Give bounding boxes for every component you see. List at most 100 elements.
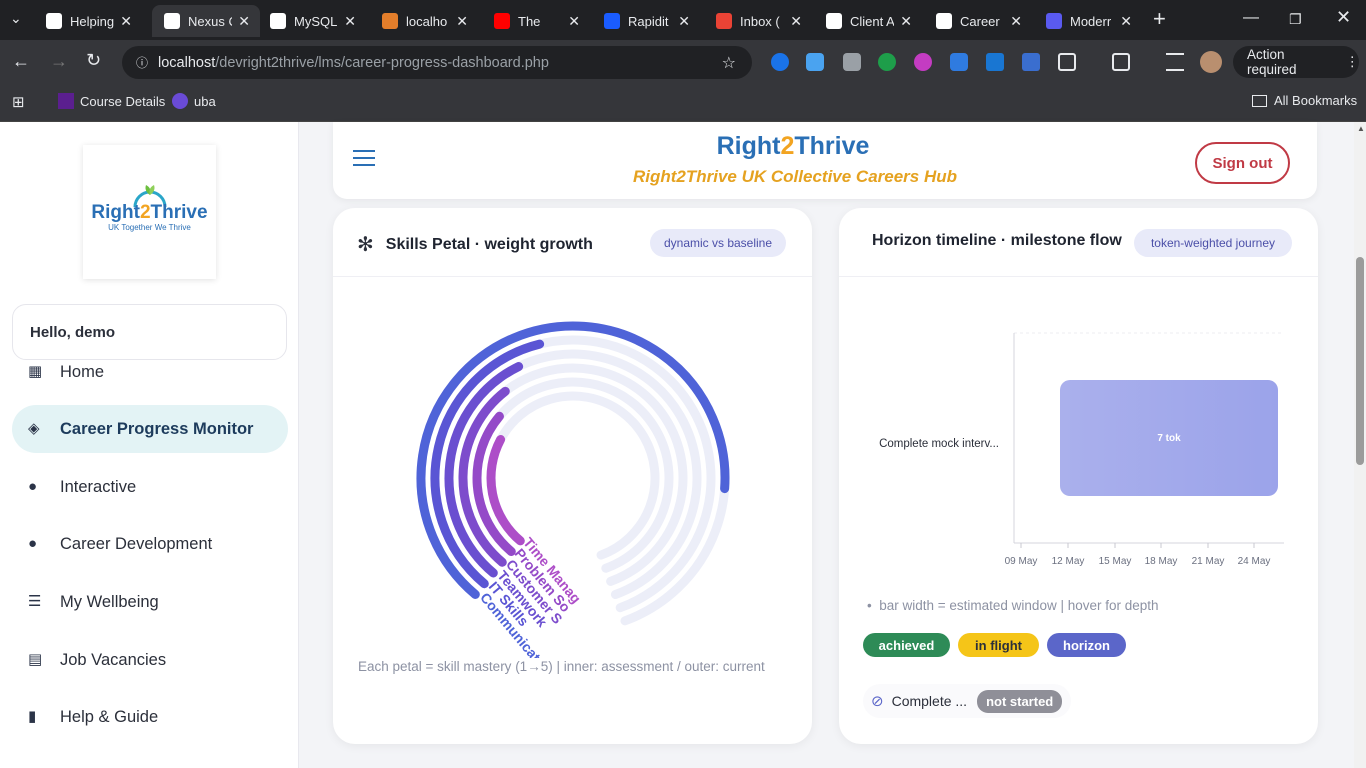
media-control-icon[interactable]: [1166, 53, 1184, 71]
close-window-button[interactable]: ✕: [1336, 7, 1351, 28]
sidebar-item-label: Career Progress Monitor: [60, 419, 254, 438]
tab-close-icon[interactable]: ✕: [1010, 13, 1022, 30]
sign-out-button[interactable]: Sign out: [1195, 142, 1290, 184]
bookmarks-bar: ⊞ Course Details uba All Bookmarks: [0, 84, 1366, 122]
tab-favicon-icon: [1046, 13, 1062, 29]
extensions-puzzle-icon[interactable]: [1058, 53, 1076, 71]
browser-tab[interactable]: The ✕: [482, 5, 590, 37]
sidebar-item-interactive[interactable]: ● Interactive: [0, 463, 299, 511]
all-bookmarks[interactable]: All Bookmarks: [1252, 93, 1357, 108]
horizon-timeline-card: Horizon timeline · milestone flow token-…: [839, 208, 1318, 744]
bookmark-course-details[interactable]: Course Details: [58, 93, 165, 109]
tab-title: Rapidit: [628, 13, 669, 29]
sidebar-item-career-development[interactable]: ● Career Development: [0, 520, 299, 568]
milestone-item[interactable]: ⊘ Complete ... not started: [863, 684, 1071, 718]
info-icon: ▮: [28, 708, 37, 725]
scrollbar-thumb[interactable]: [1356, 257, 1364, 465]
browser-tab[interactable]: Helping ✕: [34, 5, 142, 37]
tab-search-icon[interactable]: ⌄: [10, 10, 22, 27]
tab-title: localho: [406, 13, 448, 29]
bookmark-star-icon[interactable]: ☆: [722, 53, 736, 73]
browser-tab[interactable]: MySQL ✕: [258, 5, 366, 37]
x-tick-label: 12 May: [1052, 556, 1085, 567]
browser-tab[interactable]: Client A ✕: [814, 5, 922, 37]
minimize-button[interactable]: —: [1243, 9, 1259, 27]
sidebar-item-help-guide[interactable]: ▮ Help & Guide: [0, 693, 299, 741]
sidebar-item-label: Job Vacancies: [60, 650, 167, 669]
scroll-up-icon[interactable]: ▲: [1357, 124, 1365, 133]
action-required-button[interactable]: Action required ⋮: [1233, 46, 1359, 78]
folder-icon: [1252, 94, 1267, 107]
grid-icon: ▦: [28, 363, 43, 380]
extension-shield-icon[interactable]: [843, 53, 861, 71]
tab-close-icon[interactable]: ✕: [1120, 13, 1132, 30]
skills-mode-pill: dynamic vs baseline: [650, 229, 786, 257]
tab-title: Inbox (: [740, 13, 780, 29]
new-tab-button[interactable]: +: [1153, 6, 1166, 32]
sidebar-item-label: Interactive: [60, 477, 137, 496]
brand-title: Right2Thrive: [716, 132, 870, 160]
extension-sync-icon[interactable]: [878, 53, 896, 71]
x-tick-label: 18 May: [1145, 556, 1178, 567]
tab-title: Client A: [850, 13, 894, 29]
x-tick-label: 21 May: [1192, 556, 1225, 567]
bookmark-uba[interactable]: uba: [172, 93, 216, 109]
timeline-mode-pill: token-weighted journey: [1134, 229, 1292, 257]
tab-favicon-icon: [46, 13, 62, 29]
legend-achieved: achieved: [863, 633, 950, 657]
sidebar-item-home[interactable]: ▦ Home: [0, 348, 299, 396]
tab-close-icon[interactable]: ✕: [120, 13, 132, 30]
tab-close-icon[interactable]: ✕: [238, 13, 250, 30]
tab-close-icon[interactable]: ✕: [790, 13, 802, 30]
extension-fi-icon[interactable]: [986, 53, 1004, 71]
tab-close-icon[interactable]: ✕: [456, 13, 468, 30]
tab-favicon-icon: [494, 13, 510, 29]
tab-title: Helping: [70, 13, 114, 29]
tab-close-icon[interactable]: ✕: [568, 13, 580, 30]
browser-tab[interactable]: Rapidit ✕: [592, 5, 700, 37]
profile-avatar[interactable]: [1200, 51, 1222, 73]
toolbar: ← → ↻ ⓘ localhost/devright2thrive/lms/ca…: [0, 40, 1366, 84]
extension-gear-icon[interactable]: [950, 53, 968, 71]
browser-tab[interactable]: localho ✕: [370, 5, 478, 37]
screenshot-icon[interactable]: [1112, 53, 1130, 71]
forward-button[interactable]: →: [50, 51, 68, 72]
skills-petal-card: ✻ Skills Petal · weight growth dynamic v…: [333, 208, 812, 744]
sidebar-item-job-vacancies[interactable]: ▤ Job Vacancies: [0, 636, 299, 684]
reload-button[interactable]: ↻: [86, 50, 101, 71]
bookmark-favicon-icon: [58, 93, 74, 109]
compass-icon: ⊘: [871, 693, 884, 710]
tab-title: The: [518, 13, 541, 29]
tab-close-icon[interactable]: ✕: [344, 13, 356, 30]
sidebar-item-career-progress-monitor[interactable]: ◈ Career Progress Monitor: [12, 405, 288, 453]
logo-text: Right2Thrive: [91, 202, 208, 223]
logo-card[interactable]: Right2Thrive UK Together We Thrive: [83, 145, 216, 279]
tab-close-icon[interactable]: ✕: [900, 13, 912, 30]
browser-tab[interactable]: Nexus C ✕: [152, 5, 260, 37]
back-button[interactable]: ←: [12, 51, 30, 72]
sidebar-item-my-wellbeing[interactable]: ☰ My Wellbeing: [0, 578, 299, 626]
browser-tab[interactable]: Moderr ✕: [1034, 5, 1142, 37]
extension-download-icon[interactable]: [771, 53, 789, 71]
extension-cloud-icon[interactable]: [806, 53, 824, 71]
extension-circle-icon[interactable]: [914, 53, 932, 71]
site-info-icon[interactable]: ⓘ: [136, 54, 148, 71]
browser-chrome: ⌄ Helping✕Nexus C✕MySQL✕localho✕The✕Rapi…: [0, 0, 1366, 122]
more-menu-icon[interactable]: ⋮: [1346, 54, 1360, 70]
tab-title: Moderr: [1070, 13, 1112, 29]
browser-tab[interactable]: Career ✕: [924, 5, 1032, 37]
address-bar[interactable]: ⓘ localhost/devright2thrive/lms/career-p…: [122, 46, 752, 79]
petal-arc[interactable]: [486, 435, 525, 546]
browser-tab[interactable]: Inbox ( ✕: [704, 5, 812, 37]
tab-favicon-icon: [826, 13, 842, 29]
restore-button[interactable]: ❐: [1289, 11, 1302, 28]
extension-translate-icon[interactable]: [1022, 53, 1040, 71]
users-icon: ☰: [28, 593, 42, 610]
drop-icon: ●: [28, 478, 38, 495]
card-divider: [839, 276, 1318, 277]
milestone-status-badge: not started: [977, 689, 1063, 713]
apps-grid-icon[interactable]: ⊞: [12, 93, 25, 111]
tab-title: Nexus C: [188, 13, 232, 29]
tab-close-icon[interactable]: ✕: [678, 13, 690, 30]
page-scrollbar[interactable]: ▲: [1354, 122, 1366, 768]
